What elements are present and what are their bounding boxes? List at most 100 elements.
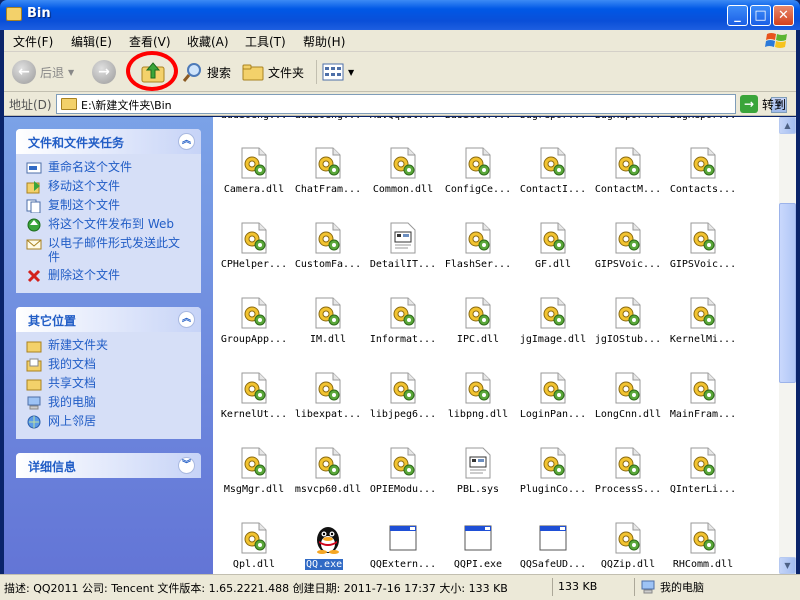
file-item[interactable]: GroupApp... [217,293,291,365]
file-item[interactable]: ProcessS... [591,443,665,515]
other-places-header[interactable]: 其它位置 ︽ [16,307,201,332]
file-item[interactable]: MainFram... [666,368,740,440]
file-item[interactable]: jgIOStub... [591,293,665,365]
task-delete[interactable]: 删除这个文件 [26,268,191,283]
file-label[interactable]: BasicCtr... [441,117,515,121]
menu-tools[interactable]: 工具(T) [245,33,286,50]
task-label: 复制这个文件 [48,198,121,212]
file-item[interactable]: Informat... [366,293,440,365]
file-item[interactable]: msvcp60.dll [291,443,365,515]
menu-view[interactable]: 查看(V) [129,33,171,50]
place-my-computer[interactable]: 我的电脑 [26,395,191,410]
menu-help[interactable]: 帮助(H) [303,33,345,50]
go-button[interactable]: → 转到 [740,94,786,114]
scroll-down-button[interactable]: ▼ [779,557,796,574]
file-label[interactable]: AdvQqsdl... [366,117,440,121]
file-label[interactable]: BugRepor... [591,117,665,121]
file-item[interactable]: libexpat... [291,368,365,440]
folders-icon [242,64,264,81]
file-item[interactable]: QQPI.exe [441,518,515,574]
back-dropdown-icon[interactable]: ▼ [68,68,74,77]
file-label[interactable]: audioeng... [217,117,291,121]
expand-icon[interactable]: ︾ [178,457,195,474]
file-item[interactable]: MsgMgr.dll [217,443,291,515]
folders-button[interactable]: 文件夹 [242,58,304,86]
task-email[interactable]: 以电子邮件形式发送此文件 [26,236,191,264]
file-item[interactable]: Qpl.dll [217,518,291,574]
file-label: Informat... [369,334,437,345]
file-item[interactable]: libpng.dll [441,368,515,440]
place-network[interactable]: 网上邻居 [26,414,191,429]
close-button[interactable]: ✕ [773,5,794,26]
file-item[interactable]: KernelMi... [666,293,740,365]
file-item[interactable]: ContactI... [516,143,590,215]
file-item[interactable]: QQExtern... [366,518,440,574]
file-item[interactable]: IPC.dll [441,293,515,365]
title-bar[interactable]: Bin _ □ ✕ [0,0,800,30]
task-move[interactable]: 移动这个文件 [26,179,191,194]
file-item[interactable]: PluginCo... [516,443,590,515]
file-item[interactable]: QQ.exe [291,518,365,574]
status-separator [634,578,635,596]
folder-icon [26,341,42,353]
file-item[interactable]: QQSafeUD... [516,518,590,574]
vertical-scrollbar[interactable]: ▲ ▼ [779,117,796,574]
file-label[interactable]: bugrepor... [516,117,590,121]
file-tasks-header[interactable]: 文件和文件夹任务 ︽ [16,129,201,154]
file-label: jgIOStub... [594,334,662,345]
file-item[interactable]: libjpeg6... [366,368,440,440]
menu-edit[interactable]: 编辑(E) [71,33,112,50]
file-item[interactable]: DetailIT... [366,218,440,290]
scroll-up-button[interactable]: ▲ [779,117,796,134]
dll-file-icon [613,447,643,479]
menu-favorites[interactable]: 收藏(A) [187,33,229,50]
file-item[interactable]: IM.dll [291,293,365,365]
file-item[interactable]: OPIEModu... [366,443,440,515]
file-item[interactable]: jgImage.dll [516,293,590,365]
file-item[interactable]: Contacts... [666,143,740,215]
views-button[interactable]: ▼ [322,58,354,86]
file-item[interactable]: GF.dll [516,218,590,290]
file-label[interactable]: audioeng... [291,117,365,121]
file-item[interactable]: GIPSVoic... [591,218,665,290]
minimize-button[interactable]: _ [727,5,748,26]
file-item[interactable]: LongCnn.dll [591,368,665,440]
file-label: Qpl.dll [232,559,276,570]
task-rename[interactable]: 重命名这个文件 [26,160,191,175]
file-item[interactable]: QInterLi... [666,443,740,515]
file-item[interactable]: CPHelper... [217,218,291,290]
collapse-icon[interactable]: ︽ [178,311,195,328]
place-my-documents[interactable]: 我的文档 [26,357,191,372]
collapse-icon[interactable]: ︽ [178,133,195,150]
forward-button[interactable]: → [92,58,116,86]
file-item[interactable]: QQZip.dll [591,518,665,574]
scroll-thumb[interactable] [779,203,796,383]
file-item[interactable]: Common.dll [366,143,440,215]
search-button[interactable]: 搜索 [182,58,231,86]
file-label[interactable]: BugRepor... [666,117,740,121]
file-item[interactable]: Camera.dll [217,143,291,215]
file-item[interactable]: ConfigCe... [441,143,515,215]
file-item[interactable]: ContactM... [591,143,665,215]
file-item[interactable]: RHComm.dll [666,518,740,574]
file-item[interactable]: FlashSer... [441,218,515,290]
task-publish-web[interactable]: 将这个文件发布到 Web [26,217,191,232]
file-item[interactable]: KernelUt... [217,368,291,440]
file-label: ProcessS... [594,484,662,495]
address-input[interactable]: E:\新建文件夹\Bin ▼ [56,94,787,114]
maximize-button[interactable]: □ [750,5,771,26]
menu-file[interactable]: 文件(F) [13,33,53,50]
file-item[interactable]: PBL.sys [441,443,515,515]
file-tasks-title: 文件和文件夹任务 [28,136,125,150]
address-bar: 地址(D) E:\新建文件夹\Bin ▼ → 转到 [4,92,796,116]
file-label: QQExtern... [369,559,437,570]
file-item[interactable]: LoginPan... [516,368,590,440]
file-item[interactable]: GIPSVoic... [666,218,740,290]
task-copy[interactable]: 复制这个文件 [26,198,191,213]
back-button[interactable]: ← 后退 ▼ [12,58,74,86]
place-shared-documents[interactable]: 共享文档 [26,376,191,391]
file-item[interactable]: CustomFa... [291,218,365,290]
place-new-folder[interactable]: 新建文件夹 [26,338,191,353]
details-header[interactable]: 详细信息 ︾ [16,453,201,478]
file-item[interactable]: ChatFram... [291,143,365,215]
